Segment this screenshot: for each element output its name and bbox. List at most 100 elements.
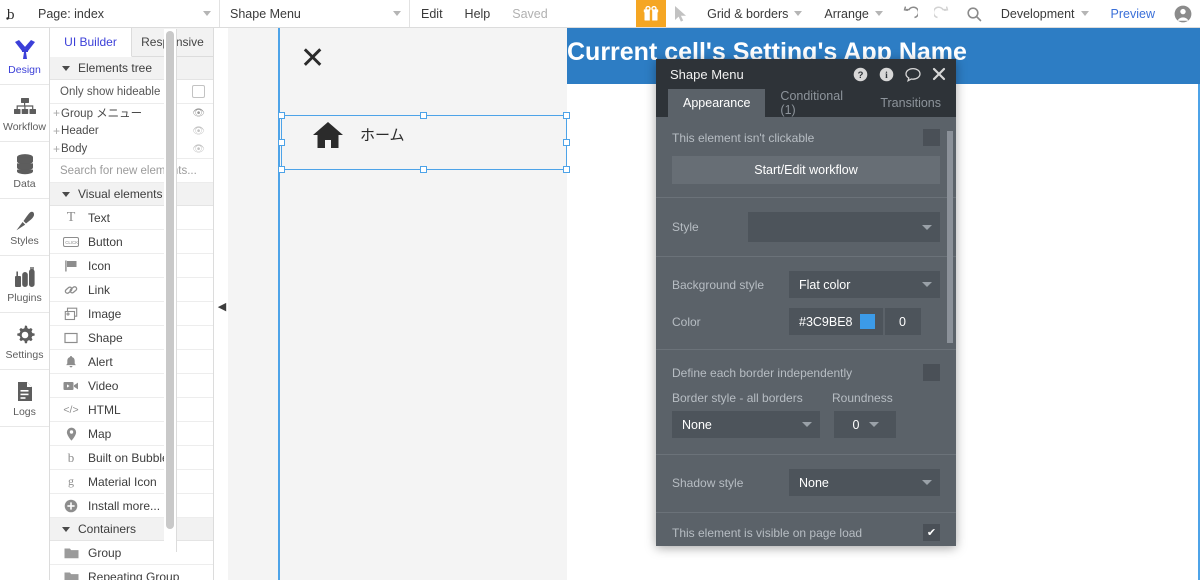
- element-group[interactable]: Group: [50, 541, 213, 565]
- selection-handle-ml[interactable]: [278, 139, 285, 146]
- tab-transitions[interactable]: Transitions: [865, 89, 956, 117]
- search-elements-row[interactable]: Search for new elements...: [50, 158, 213, 183]
- chevron-down-icon: [1080, 11, 1089, 16]
- rail-item-styles[interactable]: Styles: [0, 199, 49, 256]
- visible-eye-icon[interactable]: 👁: [192, 126, 205, 137]
- element-label: Text: [88, 210, 111, 225]
- style-dropdown[interactable]: [748, 212, 940, 242]
- selection-handle-mr[interactable]: [563, 139, 570, 146]
- only-show-hideable-row[interactable]: Only show hideable: [50, 80, 213, 104]
- gift-icon[interactable]: [636, 0, 667, 27]
- rail-item-settings[interactable]: Settings: [0, 313, 49, 370]
- chevron-down-icon: [922, 282, 932, 287]
- containers-header[interactable]: Containers: [50, 518, 213, 541]
- property-editor-titlebar[interactable]: Shape Menu ? i: [656, 59, 956, 89]
- expand-plus-icon[interactable]: +: [53, 124, 60, 138]
- arrange-menu[interactable]: Arrange: [813, 0, 893, 27]
- menu-group[interactable]: ✕ ホーム: [278, 28, 570, 580]
- search-icon[interactable]: [958, 0, 990, 27]
- close-x-icon[interactable]: ✕: [300, 44, 325, 74]
- selection-handle-tr[interactable]: [563, 112, 570, 119]
- element-video[interactable]: Video: [50, 374, 213, 398]
- selection-handle-bl[interactable]: [278, 166, 285, 173]
- grid-borders-menu[interactable]: Grid & borders: [696, 0, 813, 27]
- element-button[interactable]: CLICK Button: [50, 230, 213, 254]
- help-question-icon[interactable]: ?: [853, 67, 868, 82]
- comment-bubble-icon[interactable]: [905, 67, 921, 82]
- element-install-more[interactable]: Install more...: [50, 494, 213, 518]
- menu-help[interactable]: Help: [454, 0, 502, 27]
- define-borders-row[interactable]: Define each border independently: [672, 364, 940, 381]
- start-edit-workflow-button[interactable]: Start/Edit workflow: [672, 156, 940, 184]
- redo-icon[interactable]: [926, 0, 958, 27]
- element-html[interactable]: </> HTML: [50, 398, 213, 422]
- account-avatar-icon[interactable]: [1166, 0, 1200, 27]
- elements-tree-title: Elements tree: [78, 61, 153, 75]
- selection-handle-tc[interactable]: [420, 112, 427, 119]
- color-alpha-input[interactable]: 0: [882, 308, 921, 335]
- border-style-dropdown[interactable]: None: [672, 411, 820, 438]
- page-select[interactable]: Page: index: [28, 0, 220, 27]
- color-swatch[interactable]: [859, 314, 875, 329]
- undo-icon[interactable]: [894, 0, 926, 27]
- expand-plus-icon[interactable]: +: [53, 106, 60, 120]
- collapse-panel-arrow-icon[interactable]: ◀: [216, 299, 228, 313]
- preview-button[interactable]: Preview: [1100, 0, 1166, 27]
- element-material-icon[interactable]: g Material Icon: [50, 470, 213, 494]
- visible-eye-icon[interactable]: 👁: [192, 108, 205, 119]
- bubble-logo-icon[interactable]: b: [0, 0, 28, 27]
- rail-item-data[interactable]: Data: [0, 142, 49, 199]
- rail-item-workflow[interactable]: Workflow: [0, 85, 49, 142]
- element-text[interactable]: T Text: [50, 206, 213, 230]
- rail-item-plugins[interactable]: Plugins: [0, 256, 49, 313]
- element-image[interactable]: Image: [50, 302, 213, 326]
- only-show-hideable-checkbox[interactable]: [192, 85, 205, 98]
- property-editor[interactable]: Shape Menu ? i Appearance Conditional (1…: [656, 59, 956, 546]
- close-icon[interactable]: [932, 67, 946, 81]
- arrange-label: Arrange: [824, 6, 869, 21]
- element-repeating-group[interactable]: Repeating Group: [50, 565, 213, 580]
- visual-elements-header[interactable]: Visual elements: [50, 183, 213, 206]
- element-link[interactable]: Link: [50, 278, 213, 302]
- info-icon[interactable]: i: [879, 67, 894, 82]
- elements-tree-header[interactable]: Elements tree: [50, 57, 213, 80]
- element-icon[interactable]: Icon: [50, 254, 213, 278]
- selection-handle-tl[interactable]: [278, 112, 285, 119]
- element-shape[interactable]: Shape: [50, 326, 213, 350]
- clickable-label: This element isn't clickable: [672, 130, 815, 145]
- expand-plus-icon[interactable]: +: [53, 142, 60, 156]
- rail-item-design[interactable]: Design: [0, 28, 49, 85]
- tree-item-group-menu[interactable]: + Group メニュー 👁: [50, 104, 213, 122]
- visible-eye-icon[interactable]: 👁: [192, 144, 205, 155]
- tab-conditional[interactable]: Conditional (1): [765, 89, 865, 117]
- shadow-style-dropdown[interactable]: None: [789, 469, 940, 496]
- element-select-label: Shape Menu: [230, 6, 301, 21]
- roundness-dropdown[interactable]: 0: [834, 411, 896, 438]
- property-editor-scrollbar[interactable]: [947, 117, 953, 542]
- element-select[interactable]: Shape Menu: [220, 0, 410, 27]
- rail-item-logs[interactable]: Logs: [0, 370, 49, 427]
- visible-on-load-row[interactable]: This element is visible on page load ✔: [672, 524, 940, 541]
- tab-ui-builder[interactable]: UI Builder: [50, 28, 132, 57]
- selection-handle-br[interactable]: [563, 166, 570, 173]
- pointer-icon[interactable]: [666, 0, 696, 27]
- element-built-on-bubble[interactable]: b Built on Bubble: [50, 446, 213, 470]
- define-borders-checkbox[interactable]: [923, 364, 940, 381]
- element-map[interactable]: Map: [50, 422, 213, 446]
- selection-handle-bc[interactable]: [420, 166, 427, 173]
- background-style-dropdown[interactable]: Flat color: [789, 271, 940, 298]
- clickable-row[interactable]: This element isn't clickable: [672, 129, 940, 146]
- panel-scrollbar[interactable]: [164, 29, 177, 552]
- color-hex-input[interactable]: #3C9BE8: [789, 314, 883, 329]
- tree-item-body[interactable]: + Body 👁: [50, 140, 213, 158]
- tree-item-header[interactable]: + Header 👁: [50, 122, 213, 140]
- menu-edit[interactable]: Edit: [410, 0, 454, 27]
- panel-scrollbar-thumb[interactable]: [166, 31, 174, 529]
- element-alert[interactable]: Alert: [50, 350, 213, 374]
- visible-on-load-checkbox[interactable]: ✔: [923, 524, 940, 541]
- property-editor-scrollbar-thumb[interactable]: [947, 131, 953, 343]
- version-menu[interactable]: Development: [990, 0, 1100, 27]
- color-field[interactable]: #3C9BE8 0: [789, 308, 921, 335]
- clickable-checkbox[interactable]: [923, 129, 940, 146]
- tab-appearance[interactable]: Appearance: [668, 89, 766, 117]
